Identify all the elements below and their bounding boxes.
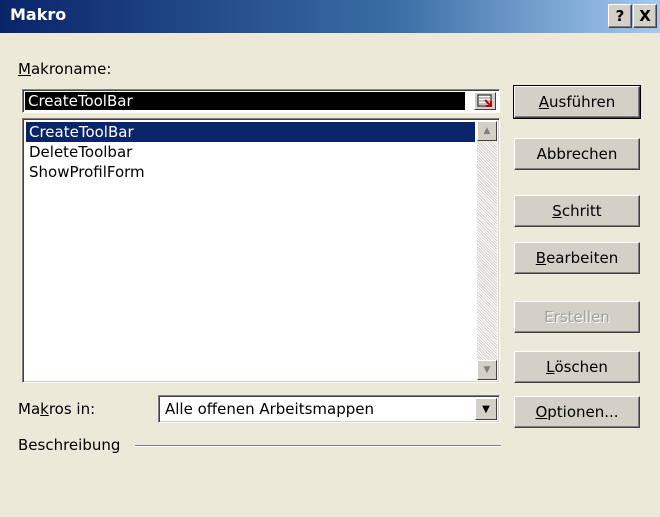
cancel-button[interactable]: Abbrechen [514, 138, 640, 170]
delete-button[interactable]: Löschen [514, 351, 640, 383]
macro-name-value: CreateToolBar [25, 92, 465, 110]
edit-button[interactable]: Bearbeiten [514, 242, 640, 274]
list-scrollbar[interactable]: ▲ ▼ [477, 121, 497, 380]
macro-list[interactable]: CreateToolBar DeleteToolbar ShowProfilFo… [22, 118, 500, 383]
chevron-down-icon[interactable]: ▼ [475, 398, 497, 420]
scroll-down-icon[interactable]: ▼ [477, 360, 497, 380]
list-item[interactable]: ShowProfilForm [26, 162, 475, 182]
description-label: Beschreibung [18, 436, 121, 454]
help-button[interactable]: ? [608, 4, 632, 28]
run-button[interactable]: Ausführen [513, 85, 641, 119]
macros-in-select[interactable]: Alle offenen Arbeitsmappen ▼ [158, 395, 500, 423]
create-button[interactable]: Erstellen [514, 301, 640, 333]
close-button[interactable]: X [633, 4, 657, 28]
macro-name-input[interactable]: CreateToolBar [22, 89, 500, 113]
title-bar[interactable]: Makro ? X [0, 0, 660, 33]
list-item[interactable]: DeleteToolbar [26, 142, 475, 162]
window-title: Makro [10, 5, 67, 24]
sheet-picker-icon[interactable] [474, 92, 496, 110]
options-button[interactable]: Optionen... [514, 396, 640, 428]
macro-name-label: Makroname: [18, 60, 112, 78]
macros-in-label: Makros in: [18, 400, 96, 418]
step-button[interactable]: Schritt [514, 195, 640, 227]
scroll-up-icon[interactable]: ▲ [477, 121, 497, 141]
list-item[interactable]: CreateToolBar [26, 122, 475, 142]
description-divider [135, 445, 501, 447]
macros-in-value: Alle offenen Arbeitsmappen [165, 400, 374, 418]
